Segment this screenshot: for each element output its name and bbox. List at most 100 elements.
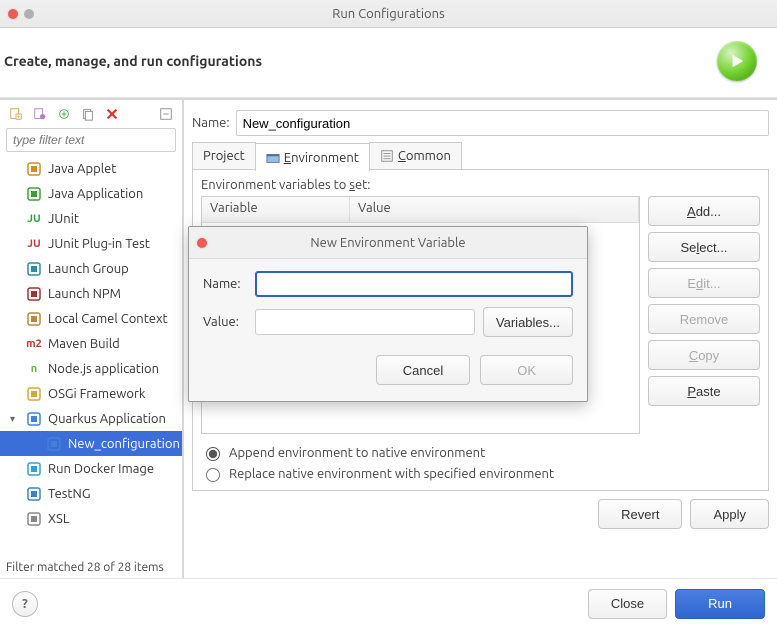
tree-item[interactable]: Launch NPM <box>0 281 182 306</box>
config-type-icon <box>26 261 42 277</box>
config-type-icon: JU <box>26 236 42 252</box>
new-env-var-dialog: New Environment Variable Name: Value: Va… <box>188 226 588 402</box>
tree-item-label: Launch Group <box>48 262 129 276</box>
col-value[interactable]: Value <box>350 197 639 222</box>
revert-apply-row: Revert Apply <box>192 499 769 529</box>
new-config-icon[interactable]: + <box>6 104 26 124</box>
bottom-bar: ? Close Run <box>0 578 777 628</box>
titlebar: Run Configurations <box>0 0 777 28</box>
remove-button: Remove <box>648 304 760 334</box>
duplicate-icon[interactable] <box>78 104 98 124</box>
tree-item-label: Run Docker Image <box>48 462 154 476</box>
export-icon[interactable] <box>54 104 74 124</box>
delete-icon[interactable] <box>102 104 122 124</box>
tree-item[interactable]: m2Maven Build <box>0 331 182 356</box>
common-icon <box>380 149 394 163</box>
window-title: Run Configurations <box>0 7 777 21</box>
subheader: Create, manage, and run configurations <box>0 28 777 98</box>
config-tree[interactable]: Java Applet Java Application JU JUnit JU JUni… <box>0 154 182 557</box>
tree-item-label: Maven Build <box>48 337 120 351</box>
config-type-icon <box>26 411 42 427</box>
dialog-title: New Environment Variable <box>189 236 587 250</box>
run-button[interactable]: Run <box>675 589 765 619</box>
tree-item-label: TestNG <box>48 487 90 501</box>
tab-environment[interactable]: EEnvironmentnvironment <box>255 143 370 171</box>
radio-replace-input[interactable] <box>206 468 220 482</box>
tree-item[interactable]: n Node.js application <box>0 356 182 381</box>
radio-replace[interactable]: Replace native environment with specifie… <box>201 465 760 482</box>
tree-item[interactable]: JU JUnit <box>0 206 182 231</box>
config-type-icon <box>26 311 42 327</box>
filter-input[interactable] <box>6 128 176 152</box>
name-label: Name: <box>192 116 230 130</box>
tree-item[interactable]: JU JUnit Plug-in Test <box>0 231 182 256</box>
tree-item-label: Quarkus Application <box>48 412 166 426</box>
tree-item-label: Java Application <box>48 187 143 201</box>
config-type-icon <box>26 161 42 177</box>
radio-group: Append environment to native environment… <box>201 444 760 482</box>
tree-item[interactable]: ▾ Quarkus Application <box>0 406 182 431</box>
tree-item[interactable]: TestNG <box>0 481 182 506</box>
radio-append[interactable]: Append environment to native environment <box>201 444 760 461</box>
tree-item-label: JUnit <box>48 212 79 226</box>
add-button[interactable]: Add... <box>648 196 760 226</box>
config-type-icon <box>26 486 42 502</box>
edit-button: Edit... <box>648 268 760 298</box>
radio-append-input[interactable] <box>206 447 220 461</box>
tree-item-label: New_configuration <box>68 437 180 451</box>
tree-item-label: Node.js application <box>48 362 159 376</box>
paste-button[interactable]: Paste <box>648 376 760 406</box>
config-type-icon <box>26 511 42 527</box>
variables-button[interactable]: Variables... <box>483 307 573 337</box>
tab-common[interactable]: Common <box>369 142 462 169</box>
tree-item[interactable]: OSGi Framework <box>0 381 182 406</box>
collapse-all-icon[interactable] <box>156 104 176 124</box>
tree-item[interactable]: Java Applet <box>0 156 182 181</box>
tree-item-label: JUnit Plug-in Test <box>48 237 150 251</box>
dialog-value-label: Value: <box>203 315 247 329</box>
col-variable[interactable]: Variable <box>202 197 350 222</box>
chevron-down-icon[interactable]: ▾ <box>10 413 20 425</box>
close-button[interactable]: Close <box>588 589 667 619</box>
dialog-name-label: Name: <box>203 277 247 291</box>
left-toolbar: + <box>0 100 182 126</box>
tree-item[interactable]: XSL <box>0 506 182 531</box>
dialog-titlebar: New Environment Variable <box>189 227 587 259</box>
new-proto-icon[interactable] <box>30 104 50 124</box>
dialog-body: Name: Value: Variables... Cancel OK <box>189 259 587 401</box>
env-set-label: Environment variables to set: <box>201 178 760 192</box>
dialog-cancel-button[interactable]: Cancel <box>376 355 470 385</box>
tree-item[interactable]: Launch Group <box>0 256 182 281</box>
tree-item-label: Launch NPM <box>48 287 121 301</box>
config-type-icon: JU <box>26 211 42 227</box>
name-input[interactable] <box>236 110 769 136</box>
env-thead: Variable Value <box>202 197 639 223</box>
dialog-value-input[interactable] <box>255 309 475 335</box>
select-button[interactable]: Select... <box>648 232 760 262</box>
revert-button[interactable]: Revert <box>598 499 682 529</box>
config-type-icon: n <box>26 361 42 377</box>
dialog-name-input[interactable] <box>255 271 573 297</box>
subheader-title: Create, manage, and run configurations <box>4 53 262 69</box>
tree-item-label: Java Applet <box>48 162 116 176</box>
apply-button[interactable]: Apply <box>690 499 769 529</box>
config-type-icon <box>26 186 42 202</box>
left-panel: + Java AppletJava ApplicationJUJUnitJUJU… <box>0 100 184 578</box>
config-type-icon <box>26 461 42 477</box>
tree-item-label: XSL <box>48 512 69 526</box>
config-type-icon <box>46 436 62 452</box>
tree-item[interactable]: Run Docker Image <box>0 456 182 481</box>
tree-item[interactable]: Java Application <box>0 181 182 206</box>
tree-item[interactable]: New_configuration <box>0 431 182 456</box>
config-type-icon <box>26 386 42 402</box>
svg-text:+: + <box>17 113 21 120</box>
tree-item-label: OSGi Framework <box>48 387 145 401</box>
help-button[interactable]: ? <box>12 591 38 617</box>
tree-item-label: Local Camel Context <box>48 312 168 326</box>
tab-project[interactable]: Project <box>192 142 256 169</box>
env-buttons: Add... Select... Edit... Remove Copy Pas… <box>648 196 760 434</box>
copy-button: Copy <box>648 340 760 370</box>
name-row: Name: <box>192 110 769 136</box>
tree-item[interactable]: Local Camel Context <box>0 306 182 331</box>
run-orb-icon <box>717 41 757 81</box>
